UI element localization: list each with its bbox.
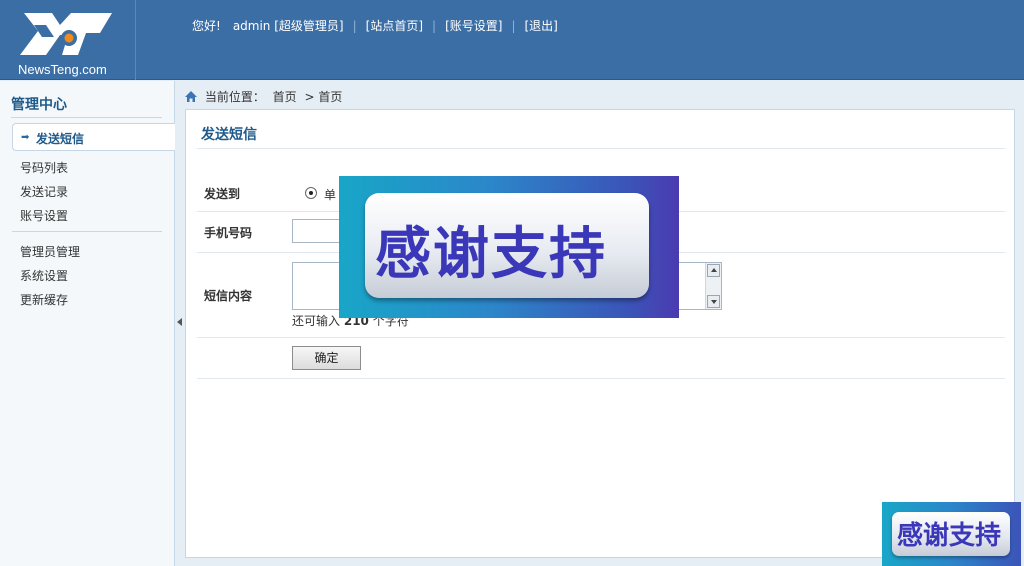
content-label: 短信内容 [204,289,253,303]
sidebar-item-number-list[interactable]: 号码列表 [20,159,68,176]
breadcrumb-label: 当前位置： [204,90,265,104]
account-settings-link[interactable]: [账号设置] [445,17,502,34]
send-to-option-label: 单 [324,188,337,202]
sidebar-item-admin-manage[interactable]: 管理员管理 [20,243,80,260]
send-to-label: 发送到 [204,187,241,201]
arrow-right-icon: ➡ [21,132,30,143]
scroll-down-icon[interactable] [707,295,720,308]
page-title: 发送短信 [201,127,257,143]
sidebar-item-account-settings[interactable]: 账号设置 [20,207,68,224]
top-header: NewsTeng.com 您好! admin [超级管理员] | [站点首页] … [0,0,1024,80]
newsteng-logo-icon [20,13,112,55]
scrollbar[interactable] [705,263,721,309]
home-icon [185,91,197,102]
banner-small-text: 感谢支持 [897,521,1002,551]
divider [197,378,1005,379]
sidebar-item-update-cache[interactable]: 更新缓存 [20,291,68,308]
send-to-radio[interactable] [305,187,317,199]
divider [197,148,1005,149]
divider [12,231,162,232]
collapse-sidebar-icon[interactable] [177,318,182,326]
sidebar-item-label: 发送短信 [36,132,85,146]
sidebar-item-system-settings[interactable]: 系统设置 [20,267,68,284]
nav-separator: | [352,18,357,33]
nav-separator: | [432,18,437,33]
divider [197,337,1005,338]
logout-link[interactable]: [退出] [524,17,557,34]
thanks-banner[interactable]: 感谢支持 [339,176,679,318]
sidebar-item-send-sms[interactable]: ➡ 发送短信 [12,123,175,151]
sidebar-item-send-records[interactable]: 发送记录 [20,183,68,200]
submit-button[interactable]: 确定 [292,346,361,370]
counter-prefix: 还可输入 [292,314,341,328]
nav-separator: | [511,18,516,33]
scroll-up-icon[interactable] [707,264,720,277]
divider [11,117,162,118]
breadcrumb-item[interactable]: 首页 [273,90,297,104]
banner-text: 感谢支持 [375,222,607,287]
breadcrumb: 当前位置： 首页 > 首页 [184,88,346,105]
sidebar-title: 管理中心 [11,97,67,113]
logo[interactable]: NewsTeng.com [0,0,136,80]
sidebar: 管理中心 ➡ 发送短信 号码列表 发送记录 账号设置 管理员管理 系统设置 更新… [0,81,175,566]
phone-label: 手机号码 [204,226,253,240]
thanks-banner-small[interactable]: 感谢支持 [882,502,1021,566]
current-user: admin [超级管理员] [232,19,344,33]
logo-text: NewsTeng.com [18,62,107,77]
site-home-link[interactable]: [站点首页] [366,17,423,34]
greeting: 您好! [192,19,221,33]
breadcrumb-item[interactable]: > 首页 [305,90,343,104]
top-nav: 您好! admin [超级管理员] | [站点首页] | [账号设置] | [退… [192,17,558,34]
